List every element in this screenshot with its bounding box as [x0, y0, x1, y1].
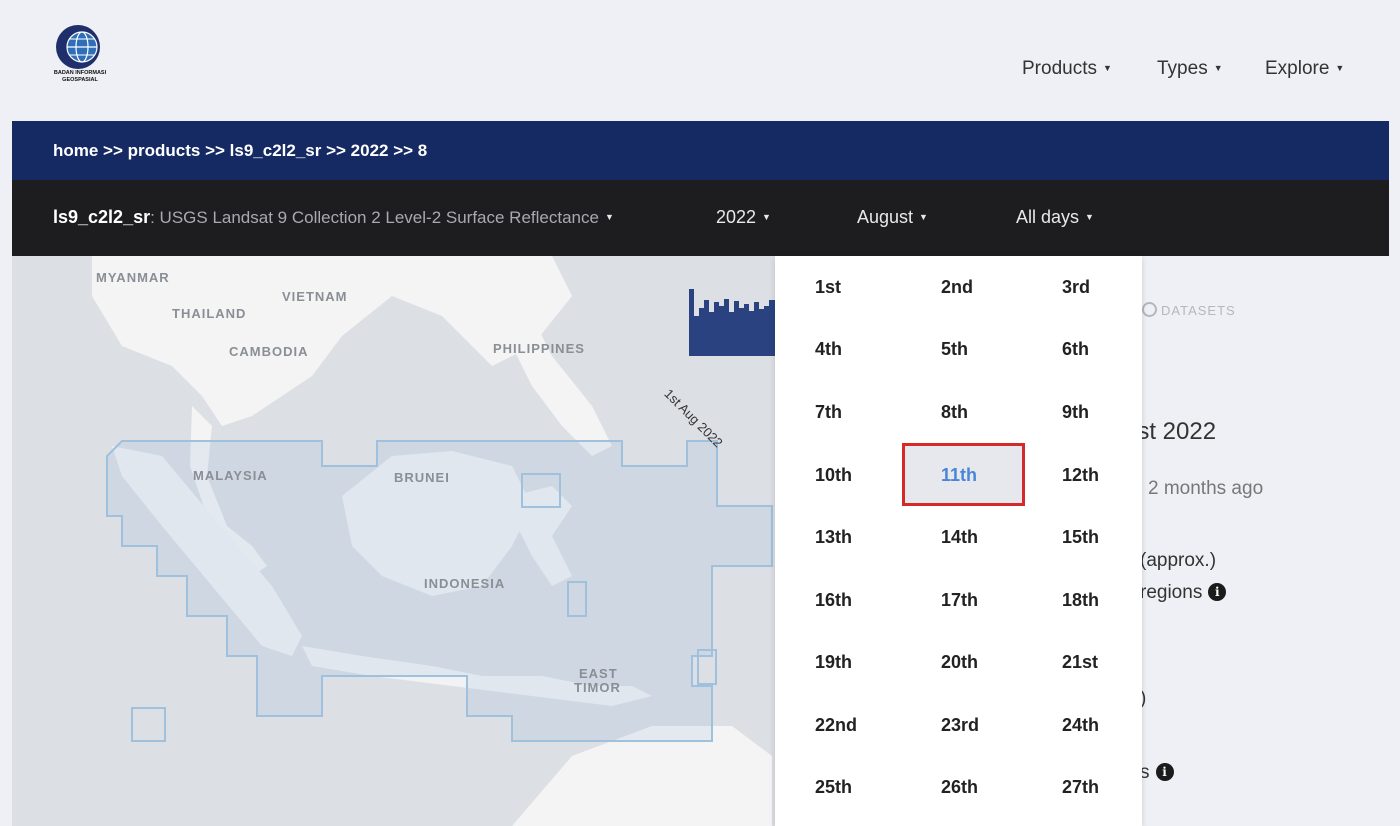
caret-down-icon: ▼	[919, 212, 928, 222]
map-label-indonesia: INDONESIA	[424, 576, 506, 591]
product-description: : USGS Landsat 9 Collection 2 Level-2 Su…	[150, 208, 599, 227]
caret-down-icon: ▼	[604, 212, 614, 222]
day-option-23rd[interactable]: 23rd	[941, 710, 979, 740]
day-option-10th[interactable]: 10th	[815, 460, 852, 490]
map-label-east: EAST	[579, 666, 618, 681]
day-option-14th[interactable]: 14th	[941, 522, 978, 552]
day-option-15th[interactable]: 15th	[1062, 522, 1099, 552]
day-option-25th[interactable]: 25th	[815, 772, 852, 802]
nav-types-label: Types	[1157, 58, 1208, 79]
day-option-18th[interactable]: 18th	[1062, 585, 1099, 615]
info-panel: DATASETS ust 2022 2 months ago (approx.)…	[1124, 256, 1389, 826]
caret-down-icon: ▼	[1335, 63, 1345, 73]
day-option-7th[interactable]: 7th	[815, 397, 842, 427]
day-option-22nd[interactable]: 22nd	[815, 710, 857, 740]
nav-types[interactable]: Types ▼	[1157, 58, 1223, 80]
day-option-8th[interactable]: 8th	[941, 397, 968, 427]
updated-text: 2 months ago	[1148, 478, 1264, 499]
day-option-24th[interactable]: 24th	[1062, 710, 1099, 740]
regions-text: regions	[1140, 582, 1203, 603]
map-label-thailand: THAILAND	[172, 306, 247, 321]
day-option-9th[interactable]: 9th	[1062, 397, 1089, 427]
day-option-6th[interactable]: 6th	[1062, 334, 1089, 364]
regions-row: regions i	[1140, 582, 1227, 604]
map-label-brunei: BRUNEI	[394, 470, 450, 485]
day-value: All days	[1016, 207, 1080, 227]
month-value: August	[857, 207, 914, 227]
year-value: 2022	[716, 207, 757, 227]
day-option-26th[interactable]: 26th	[941, 772, 978, 802]
map-label-cambodia: CAMBODIA	[229, 344, 309, 359]
big-logo[interactable]: BADAN INFORMASI GEOSPASIAL	[50, 24, 110, 88]
day-option-20th[interactable]: 20th	[941, 647, 978, 677]
info-icon[interactable]: i	[1208, 583, 1227, 601]
day-option-17th[interactable]: 17th	[941, 585, 978, 615]
day-option-12th[interactable]: 12th	[1062, 460, 1099, 490]
day-option-3rd[interactable]: 3rd	[1062, 272, 1090, 302]
day-option-21st[interactable]: 21st	[1062, 647, 1098, 677]
month-selector[interactable]: August ▼	[857, 207, 928, 228]
year-selector[interactable]: 2022 ▼	[716, 207, 771, 228]
caret-down-icon: ▼	[1213, 63, 1223, 73]
datasets-toggle[interactable]: DATASETS	[1142, 302, 1236, 318]
map-label-malaysia: MALAYSIA	[193, 468, 268, 483]
s-row: si	[1140, 762, 1174, 784]
map-label-myanmar: MYANMAR	[96, 270, 170, 285]
map-label-philippines: PHILIPPINES	[493, 341, 585, 356]
caret-down-icon: ▼	[1102, 63, 1112, 73]
breadcrumb-bar: home >> products >> ls9_c2l2_sr >> 2022 …	[12, 121, 1389, 180]
day-option-5th[interactable]: 5th	[941, 334, 968, 364]
day-option-16th[interactable]: 16th	[815, 585, 852, 615]
selector-bar: ls9_c2l2_sr: USGS Landsat 9 Collection 2…	[12, 180, 1389, 256]
day-option-2nd[interactable]: 2nd	[941, 272, 973, 302]
approx-text: (approx.)	[1140, 550, 1217, 571]
nav-products-label: Products	[1022, 58, 1097, 79]
info-icon[interactable]: i	[1155, 763, 1174, 781]
day-option-4th[interactable]: 4th	[815, 334, 842, 364]
day-option-27th[interactable]: 27th	[1062, 772, 1099, 802]
day-selector[interactable]: All days ▼	[1016, 207, 1094, 228]
day-option-1st[interactable]: 1st	[815, 272, 841, 302]
day-dropdown-menu: 1st 2nd 3rd 4th 5th 6th 7th 8th 9th 10th…	[775, 256, 1142, 826]
day-option-11th[interactable]: 11th	[941, 460, 977, 490]
map-label-vietnam: VIETNAM	[282, 289, 348, 304]
datasets-label: DATASETS	[1161, 303, 1236, 318]
caret-down-icon: ▼	[1085, 212, 1094, 222]
breadcrumb[interactable]: home >> products >> ls9_c2l2_sr >> 2022 …	[53, 141, 427, 161]
caret-down-icon: ▼	[762, 212, 771, 222]
product-code: ls9_c2l2_sr	[53, 207, 151, 227]
nav-explore-label: Explore	[1265, 58, 1330, 79]
product-selector[interactable]: ls9_c2l2_sr: USGS Landsat 9 Collection 2…	[53, 207, 614, 228]
day-option-19th[interactable]: 19th	[815, 647, 852, 677]
day-option-13th[interactable]: 13th	[815, 522, 852, 552]
logo-text: BADAN INFORMASI GEOSPASIAL	[53, 70, 107, 83]
map-label-timor: TIMOR	[574, 680, 621, 695]
globe-logo-icon	[56, 25, 100, 69]
top-header: BADAN INFORMASI GEOSPASIAL Products ▼ Typ…	[0, 0, 1400, 121]
nav-products[interactable]: Products ▼	[1022, 58, 1112, 80]
nav-explore[interactable]: Explore ▼	[1265, 58, 1344, 80]
radio-icon	[1142, 302, 1157, 317]
